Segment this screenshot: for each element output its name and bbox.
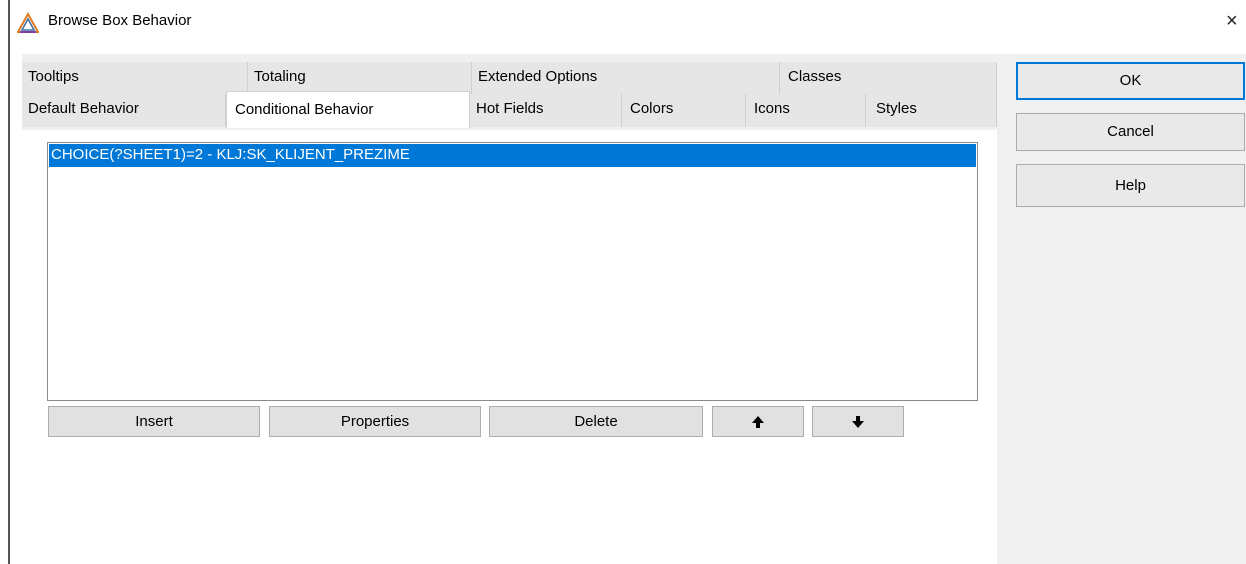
tab-tooltips[interactable]: Tooltips <box>22 62 248 95</box>
tab-label: Styles <box>876 100 917 117</box>
tab-icons[interactable]: Icons <box>746 94 866 127</box>
window-title: Browse Box Behavior <box>48 12 192 29</box>
tab-row-back: Tooltips Totaling Extended Options Class… <box>22 62 997 95</box>
conditions-listbox[interactable]: CHOICE(?SHEET1)=2 - KLJ:SK_KLIJENT_PREZI… <box>47 142 978 401</box>
tab-default-behavior[interactable]: Default Behavior <box>22 94 226 127</box>
move-down-button[interactable] <box>812 406 904 437</box>
window-left-border <box>8 0 10 564</box>
ok-button[interactable]: OK <box>1016 62 1245 100</box>
tab-label: Conditional Behavior <box>235 101 374 118</box>
insert-button-label: Insert <box>135 413 173 430</box>
tab-label: Extended Options <box>478 68 598 85</box>
list-item-text: CHOICE(?SHEET1)=2 - KLJ:SK_KLIJENT_PREZI… <box>51 146 410 163</box>
ok-button-label: OK <box>1119 72 1142 89</box>
tab-label: Icons <box>754 100 790 117</box>
tab-label: Default Behavior <box>28 100 139 117</box>
app-icon <box>17 12 39 33</box>
properties-button-label: Properties <box>340 413 410 430</box>
tab-conditional-behavior[interactable]: Conditional Behavior <box>226 91 470 128</box>
move-up-button[interactable] <box>712 406 804 437</box>
tab-colors[interactable]: Colors <box>622 94 746 127</box>
tab-row-front: Default Behavior Conditional Behavior Ho… <box>22 91 997 128</box>
tab-extended-options[interactable]: Extended Options <box>472 62 780 95</box>
tab-label: Colors <box>630 100 674 117</box>
tab-styles[interactable]: Styles <box>866 94 997 127</box>
tab-label: Classes <box>788 68 842 85</box>
tab-label: Hot Fields <box>476 100 544 117</box>
cancel-button-label: Cancel <box>1107 123 1154 140</box>
tab-label: Tooltips <box>28 68 79 85</box>
tab-classes[interactable]: Classes <box>780 62 997 95</box>
arrow-up-icon <box>752 416 764 429</box>
insert-button[interactable]: Insert <box>48 406 260 437</box>
arrow-down-icon <box>852 416 864 429</box>
title-bar: Browse Box Behavior × <box>0 0 1246 44</box>
help-button-label: Help <box>1115 177 1146 194</box>
tab-label: Totaling <box>254 68 306 85</box>
delete-button[interactable]: Delete <box>489 406 703 437</box>
cancel-button[interactable]: Cancel <box>1016 113 1245 151</box>
help-button[interactable]: Help <box>1016 164 1245 207</box>
list-item[interactable]: CHOICE(?SHEET1)=2 - KLJ:SK_KLIJENT_PREZI… <box>49 144 976 167</box>
delete-button-label: Delete <box>574 413 618 430</box>
properties-button[interactable]: Properties <box>269 406 481 437</box>
tab-hot-fields[interactable]: Hot Fields <box>470 94 622 127</box>
close-icon[interactable]: × <box>1226 10 1238 33</box>
